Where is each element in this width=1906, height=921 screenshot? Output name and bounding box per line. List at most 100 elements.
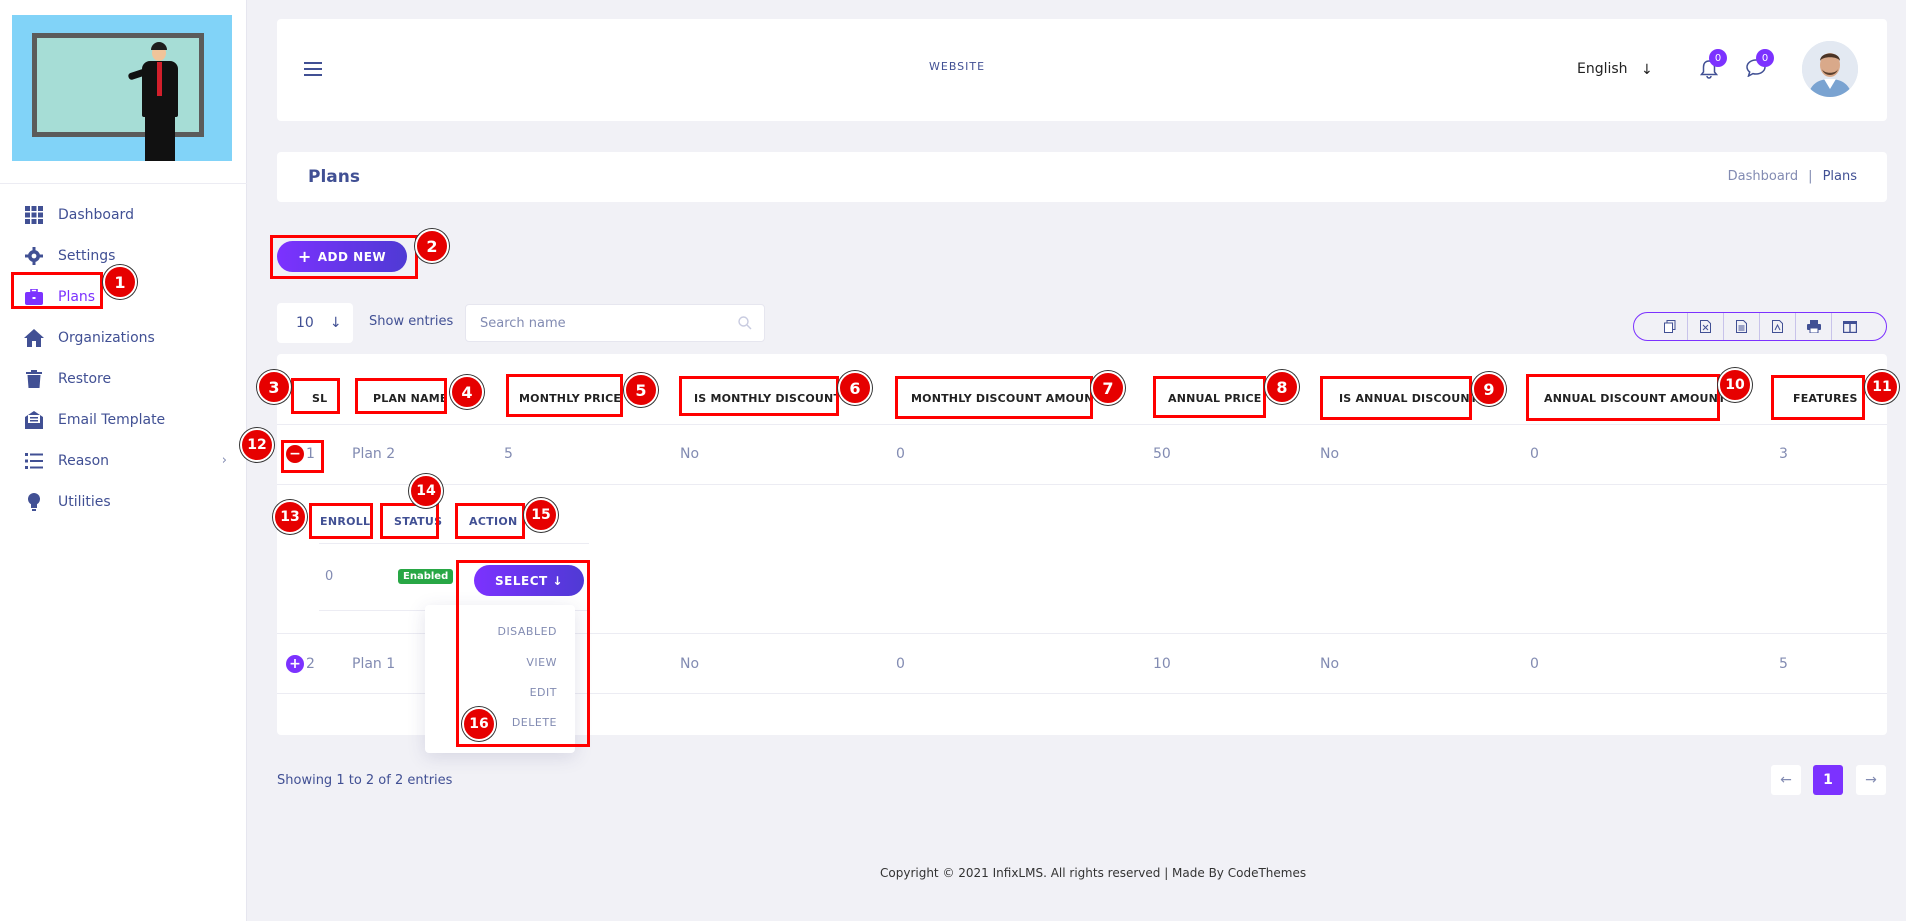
cell-annual-discount-amount: 0: [1530, 656, 1539, 672]
annotation-box: [309, 503, 373, 539]
annotation-marker: 5: [624, 373, 658, 407]
print-icon[interactable]: [1796, 313, 1832, 340]
sidebar-item-organizations[interactable]: Organizations: [0, 317, 247, 358]
annotation-marker: 7: [1091, 371, 1125, 405]
annotation-box: [11, 272, 103, 309]
columns-icon[interactable]: [1832, 313, 1868, 340]
sidebar-nav: Dashboard Settings Plans Organizations R…: [0, 194, 247, 522]
page-length-select[interactable]: 10 ↓: [277, 303, 353, 343]
arrow-down-icon: ↓: [329, 315, 342, 331]
annotation-box: [281, 440, 324, 473]
annotation-marker: 8: [1265, 370, 1299, 404]
email-icon: [24, 410, 44, 430]
annotation-marker: 1: [103, 265, 137, 299]
cell-monthly-discount-amount: 0: [896, 656, 905, 672]
chevron-right-icon[interactable]: ›: [222, 453, 227, 468]
pdf-icon[interactable]: [1760, 313, 1796, 340]
annotation-box: [1320, 376, 1472, 420]
menu-toggle-icon[interactable]: [304, 62, 322, 78]
message-count-badge: 0: [1756, 49, 1774, 67]
annotation-marker: 16: [462, 707, 496, 741]
sidebar-item-utilities[interactable]: Utilities: [0, 481, 247, 522]
export-buttons: [1633, 312, 1887, 341]
list-icon: [24, 451, 44, 471]
bell-icon[interactable]: 0: [1699, 49, 1727, 79]
sidebar-item-reason[interactable]: Reason ›: [0, 440, 247, 481]
annotation-marker: 2: [415, 229, 449, 263]
search-input[interactable]: Search name: [465, 304, 765, 342]
pagination-prev-icon[interactable]: ←: [1771, 765, 1801, 795]
annotation-marker: 3: [257, 370, 291, 404]
annotation-box: [455, 503, 525, 539]
user-avatar[interactable]: [1802, 41, 1858, 97]
csv-icon[interactable]: [1724, 313, 1760, 340]
cell-enroll: 0: [325, 569, 334, 584]
cell-features: 5: [1779, 656, 1788, 672]
annotation-marker: 15: [524, 498, 558, 532]
copyright-text: Copyright © 2021 InfixLMS. All rights re…: [880, 866, 1307, 880]
pagination-next-icon[interactable]: →: [1856, 765, 1886, 795]
cell-annual-price: 10: [1153, 656, 1171, 672]
excel-icon[interactable]: [1688, 313, 1724, 340]
copy-icon[interactable]: [1652, 313, 1688, 340]
logo-board: [32, 33, 204, 137]
gear-icon: [24, 246, 44, 266]
page-title-bar: Plans Dashboard | Plans: [277, 152, 1887, 202]
annotation-marker: 9: [1472, 372, 1506, 406]
annotation-box: [355, 378, 447, 414]
cell-annual-discount-amount: 0: [1530, 446, 1539, 462]
annotation-marker: 6: [838, 371, 872, 405]
annotation-marker: 12: [240, 428, 274, 462]
breadcrumb-dashboard[interactable]: Dashboard: [1728, 169, 1799, 184]
annotation-marker: 14: [409, 474, 443, 508]
row-expand-icon[interactable]: +: [286, 655, 304, 673]
sidebar-item-dashboard[interactable]: Dashboard: [0, 194, 247, 235]
page-title: Plans: [308, 167, 360, 187]
annotation-box: [1153, 376, 1266, 418]
notification-count-badge: 0: [1709, 49, 1727, 67]
cell-annual-price: 50: [1153, 446, 1171, 462]
annotation-marker: 13: [273, 500, 307, 534]
bulb-icon: [24, 492, 44, 512]
top-header: WEBSITE English ↓ 0 0: [277, 19, 1887, 121]
pagination-page-1[interactable]: 1: [1813, 765, 1843, 795]
annotation-box: [270, 235, 418, 279]
status-badge[interactable]: Enabled: [398, 569, 454, 584]
cell-is-monthly-discount: No: [680, 446, 700, 462]
search-icon: [738, 316, 752, 334]
breadcrumb-current: Plans: [1822, 169, 1857, 184]
annotation-box: [679, 376, 839, 416]
language-select[interactable]: English: [1577, 61, 1628, 77]
annotation-box: [1526, 374, 1720, 421]
grid-icon: [24, 205, 44, 225]
cell-is-annual-discount: No: [1320, 656, 1340, 672]
sidebar: Dashboard Settings Plans Organizations R…: [0, 0, 247, 921]
chat-icon[interactable]: 0: [1746, 49, 1774, 79]
annotation-box: [291, 378, 340, 414]
cell-plan-name: Plan 2: [352, 446, 396, 462]
cell-is-monthly-discount: No: [680, 656, 700, 672]
arrow-down-icon[interactable]: ↓: [1641, 62, 1653, 78]
cell-features: 3: [1779, 446, 1788, 462]
logo[interactable]: [12, 15, 232, 161]
table-info: Showing 1 to 2 of 2 entries: [277, 773, 453, 788]
annotation-box: [380, 503, 439, 539]
sidebar-item-restore[interactable]: Restore: [0, 358, 247, 399]
cell-plan-name: Plan 1: [352, 656, 396, 672]
cell-monthly-price: 5: [504, 446, 513, 462]
annotation-marker: 10: [1718, 368, 1752, 402]
annotation-marker: 4: [450, 375, 484, 409]
home-icon: [24, 328, 44, 348]
trash-icon: [24, 369, 44, 389]
sidebar-item-email-template[interactable]: Email Template: [0, 399, 247, 440]
breadcrumb: Dashboard | Plans: [1727, 169, 1857, 184]
annotation-box: [506, 374, 623, 417]
annotation-box: [1771, 375, 1865, 420]
annotation-box: [895, 376, 1093, 419]
cell-sl: 2: [306, 656, 315, 672]
annotation-marker: 11: [1865, 370, 1899, 404]
show-entries-label: Show entries: [369, 314, 454, 329]
cell-monthly-discount-amount: 0: [896, 446, 905, 462]
website-link[interactable]: WEBSITE: [929, 60, 985, 73]
cell-is-annual-discount: No: [1320, 446, 1340, 462]
